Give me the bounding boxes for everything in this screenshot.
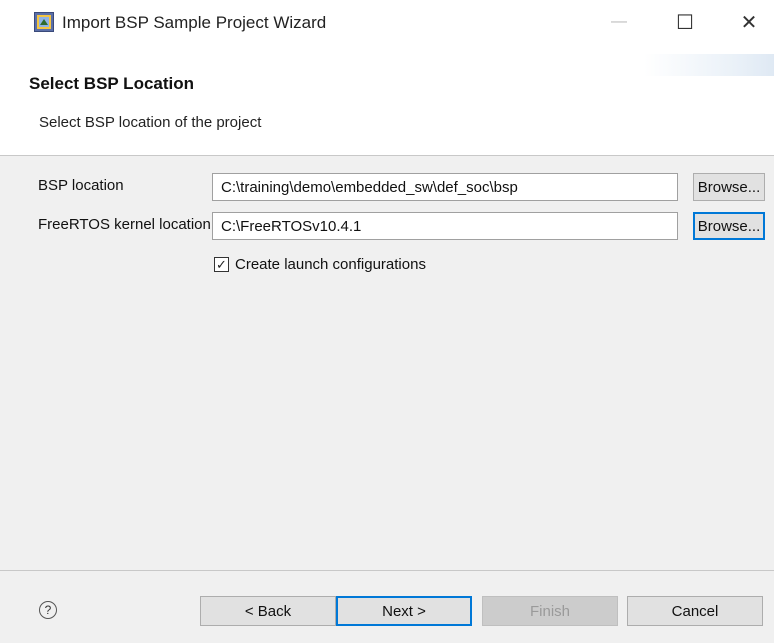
wizard-body: BSP location Browse... FreeRTOS kernel l…	[0, 156, 774, 570]
wizard-header: Select BSP Location Select BSP location …	[0, 44, 774, 156]
finish-button[interactable]: Finish	[482, 596, 618, 626]
minimize-button[interactable]: —	[596, 6, 642, 38]
wizard-window: Import BSP Sample Project Wizard — ☐ ✕ S…	[0, 0, 774, 643]
help-icon[interactable]: ?	[39, 601, 57, 619]
create-launch-checkbox[interactable]: ✓	[214, 257, 229, 272]
create-launch-label: Create launch configurations	[235, 256, 426, 273]
header-banner-graphic	[644, 54, 774, 76]
cancel-button[interactable]: Cancel	[627, 596, 763, 626]
title-bar: Import BSP Sample Project Wizard — ☐ ✕	[0, 0, 774, 44]
freertos-location-label: FreeRTOS kernel location	[38, 216, 211, 233]
help-glyph: ?	[44, 603, 52, 617]
check-icon: ✓	[216, 257, 227, 272]
page-title: Select BSP Location	[29, 74, 195, 93]
next-button[interactable]: Next >	[336, 596, 472, 626]
wizard-footer: ? < Back Next > Finish Cancel	[0, 570, 774, 643]
maximize-button[interactable]: ☐	[662, 6, 708, 38]
freertos-browse-button[interactable]: Browse...	[693, 212, 765, 240]
close-button[interactable]: ✕	[726, 6, 772, 38]
bsp-location-label: BSP location	[38, 177, 124, 194]
freertos-location-input[interactable]	[212, 212, 678, 240]
page-description: Select BSP location of the project	[39, 114, 262, 131]
minimize-icon: —	[611, 13, 627, 30]
bsp-browse-button[interactable]: Browse...	[693, 173, 765, 201]
close-icon: ✕	[740, 11, 758, 34]
create-launch-row[interactable]: ✓ Create launch configurations	[214, 256, 426, 273]
bsp-location-input[interactable]	[212, 173, 678, 201]
window-title: Import BSP Sample Project Wizard	[62, 13, 327, 32]
app-icon	[34, 12, 54, 32]
maximize-icon: ☐	[676, 11, 694, 34]
back-button[interactable]: < Back	[200, 596, 336, 626]
